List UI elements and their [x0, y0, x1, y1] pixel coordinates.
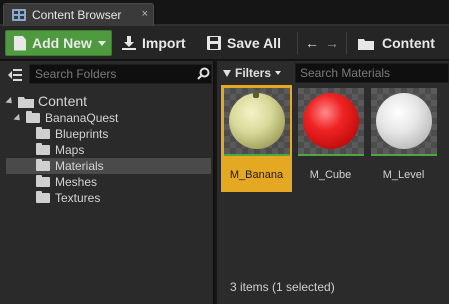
- chevron-down-icon: [97, 40, 106, 46]
- filters-button[interactable]: Filters: [223, 64, 282, 82]
- asset-name: M_Cube: [309, 169, 352, 181]
- tree-item-label: BananaQuest: [45, 111, 119, 125]
- folder-icon: [36, 127, 50, 139]
- asset-name: M_Banana: [229, 169, 284, 181]
- import-icon: [122, 36, 136, 50]
- asset-thumbnail: [371, 88, 437, 154]
- tree-item-label: Materials: [55, 159, 104, 173]
- expanded-arrow-icon[interactable]: [13, 113, 23, 123]
- tree-item-maps[interactable]: Maps: [36, 142, 84, 158]
- close-icon[interactable]: ×: [142, 7, 148, 21]
- divider: [346, 32, 347, 54]
- folder-icon: [36, 175, 50, 187]
- new-document-icon: [14, 35, 26, 51]
- tab-content-browser[interactable]: Content Browser ×: [3, 3, 154, 26]
- asset-view: Filters M_Banana M_Cube M_Level 3 items …: [217, 61, 449, 304]
- forward-arrow-icon[interactable]: →: [325, 35, 339, 51]
- import-button[interactable]: Import: [122, 30, 198, 56]
- tree-item-bananaquest[interactable]: BananaQuest: [13, 110, 119, 126]
- tree-item-meshes[interactable]: Meshes: [36, 174, 97, 190]
- asset-thumbnail: [224, 88, 290, 154]
- save-icon: [207, 36, 221, 50]
- asset-tile-m-cube[interactable]: M_Cube: [295, 85, 366, 192]
- add-new-label: Add New: [32, 35, 92, 51]
- material-sphere-preview: [229, 90, 285, 149]
- sources-toggle-icon[interactable]: [8, 69, 22, 81]
- search-icon[interactable]: [197, 67, 210, 80]
- material-sphere-preview: [376, 93, 432, 149]
- folder-icon: [358, 37, 374, 50]
- tree-item-label: Maps: [55, 143, 85, 157]
- folder-search-row: [0, 63, 215, 85]
- tree-item-materials[interactable]: Materials: [6, 158, 211, 174]
- tree-item-label: Textures: [55, 191, 101, 205]
- asset-tile-m-level[interactable]: M_Level: [368, 85, 439, 192]
- path-breadcrumb-content[interactable]: Content: [355, 30, 449, 56]
- tree-item-label: Content: [38, 93, 88, 109]
- tree-item-label: Meshes: [55, 175, 98, 189]
- folder-icon: [26, 111, 40, 123]
- material-sphere-preview: [303, 93, 359, 149]
- search-materials-input[interactable]: [295, 63, 449, 83]
- filter-icon: [223, 69, 231, 77]
- tree-item-content[interactable]: Content: [5, 92, 88, 110]
- tab-bar: Content Browser ×: [0, 0, 449, 26]
- folder-icon: [36, 143, 50, 155]
- status-text: 3 items (1 selected): [230, 280, 335, 294]
- divider: [297, 32, 298, 54]
- path-label: Content: [382, 35, 435, 51]
- tree-item-label: Blueprints: [55, 127, 109, 141]
- asset-name: M_Level: [382, 169, 425, 181]
- asset-tile-m-banana[interactable]: M_Banana: [221, 85, 292, 192]
- search-folders-input[interactable]: [29, 64, 212, 84]
- expanded-arrow-icon[interactable]: [5, 96, 15, 106]
- add-new-button[interactable]: Add New: [5, 30, 112, 56]
- back-arrow-icon[interactable]: ←: [305, 35, 319, 51]
- chevron-down-icon: [275, 71, 282, 75]
- folder-icon: [36, 191, 50, 203]
- filters-label: Filters: [235, 66, 272, 80]
- tree-item-blueprints[interactable]: Blueprints: [36, 126, 108, 142]
- save-all-button[interactable]: Save All: [207, 30, 289, 56]
- asset-thumbnail: [298, 88, 364, 154]
- folder-icon: [36, 159, 50, 171]
- folder-icon: [18, 95, 34, 108]
- tab-title: Content Browser: [32, 8, 122, 22]
- tree-item-textures[interactable]: Textures: [36, 190, 100, 206]
- content-browser-icon: [12, 9, 26, 21]
- asset-type-bar: [298, 154, 364, 156]
- sources-panel: Content BananaQuest Blueprints Maps Mate…: [0, 61, 215, 304]
- asset-type-bar: [371, 154, 437, 156]
- toolbar: Add New Import Save All ← → Content: [0, 26, 449, 60]
- import-label: Import: [142, 35, 186, 51]
- asset-type-bar: [224, 154, 290, 156]
- save-all-label: Save All: [227, 35, 281, 51]
